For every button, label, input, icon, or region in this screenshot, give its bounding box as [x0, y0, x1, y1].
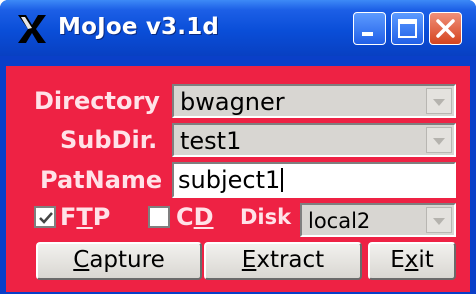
- patname-label: PatName: [40, 166, 163, 194]
- ftp-checkbox[interactable]: [34, 206, 56, 228]
- x-logo-icon: [16, 14, 48, 44]
- extract-button[interactable]: Extract: [204, 242, 362, 280]
- close-button[interactable]: [429, 12, 462, 45]
- checkmark-icon: [39, 212, 53, 224]
- window-title: MoJoe v3.1d: [58, 14, 220, 40]
- maximize-button[interactable]: [391, 12, 424, 45]
- maximize-icon: [398, 19, 417, 38]
- minimize-button[interactable]: [353, 12, 386, 45]
- dropdown-arrow-button[interactable]: [426, 207, 452, 233]
- directory-label: Directory: [34, 87, 160, 115]
- chevron-down-icon: [433, 138, 445, 145]
- exit-button[interactable]: Exit: [368, 242, 456, 280]
- cd-checkbox[interactable]: [148, 206, 170, 228]
- app-window: MoJoe v3.1d Directory bwagner SubDir. te…: [0, 0, 476, 294]
- minimize-icon: [362, 32, 373, 36]
- disk-label: Disk: [240, 205, 292, 229]
- dropdown-arrow-button[interactable]: [426, 127, 452, 153]
- capture-button[interactable]: Capture: [36, 242, 202, 280]
- close-icon: [436, 19, 455, 38]
- text-caret: [281, 168, 284, 192]
- disk-value: local2: [308, 209, 371, 233]
- directory-combo[interactable]: bwagner: [172, 84, 456, 118]
- subdir-value: test1: [180, 127, 242, 155]
- chevron-down-icon: [433, 99, 445, 106]
- directory-value: bwagner: [180, 88, 285, 116]
- dropdown-arrow-button[interactable]: [426, 88, 452, 114]
- title-bar[interactable]: MoJoe v3.1d: [0, 0, 476, 56]
- disk-combo[interactable]: local2: [300, 203, 456, 237]
- form-panel: Directory bwagner SubDir. test1 PatName …: [6, 66, 470, 292]
- patname-input[interactable]: subject1: [172, 162, 456, 198]
- chevron-down-icon: [433, 218, 445, 225]
- ftp-label[interactable]: FTP: [60, 203, 110, 231]
- patname-value: subject1: [178, 166, 281, 194]
- cd-label[interactable]: CD: [176, 203, 214, 231]
- subdir-combo[interactable]: test1: [172, 123, 456, 157]
- subdir-label: SubDir.: [60, 126, 158, 154]
